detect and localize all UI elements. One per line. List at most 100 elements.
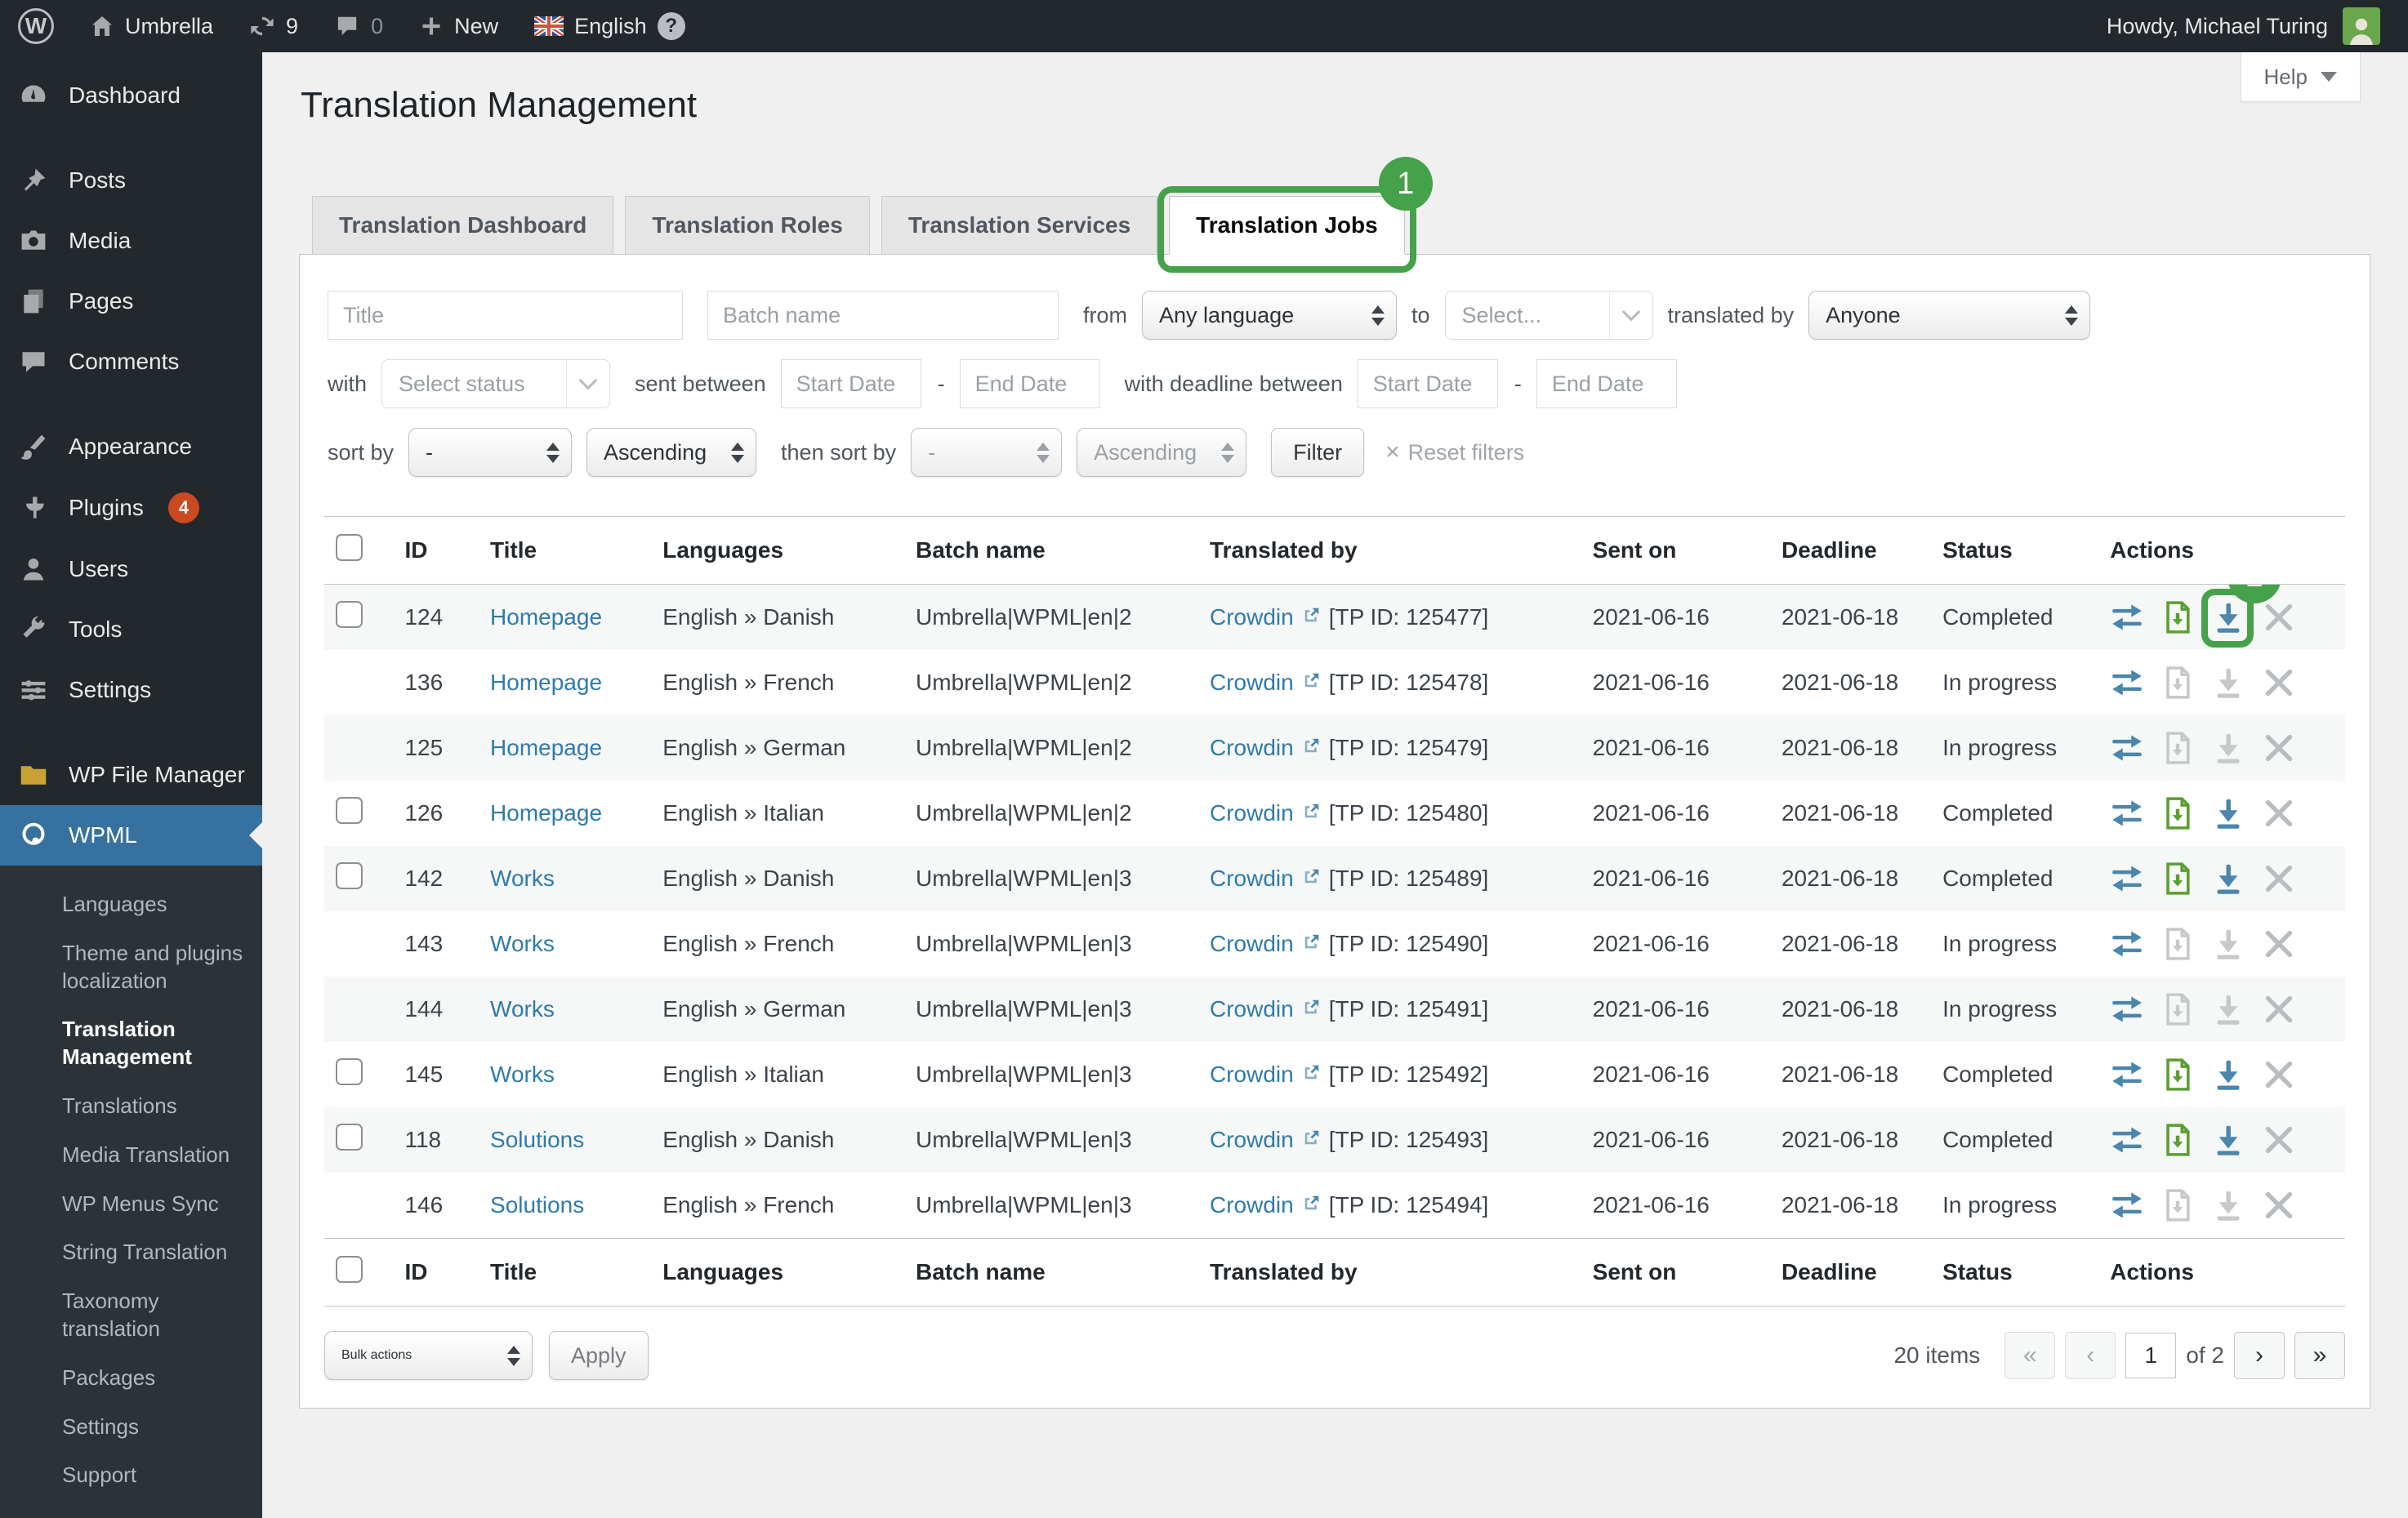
translation-service-link[interactable]: Crowdin: [1210, 670, 1294, 696]
reset-filters-link[interactable]: × Reset filters: [1385, 438, 1524, 466]
to-language-multiselect[interactable]: Select...: [1445, 291, 1653, 340]
cancel-icon[interactable]: [2262, 1123, 2296, 1157]
bulk-actions-select[interactable]: Bulk actions: [324, 1331, 533, 1380]
cancel-icon[interactable]: [2262, 666, 2296, 700]
sent-end-date-input[interactable]: [960, 359, 1100, 408]
translation-service-link[interactable]: Crowdin: [1210, 604, 1294, 630]
cancel-icon[interactable]: [2262, 796, 2296, 830]
sort2-field-select[interactable]: -: [911, 428, 1062, 477]
translation-service-link[interactable]: Crowdin: [1210, 800, 1294, 826]
download-icon[interactable]: [2211, 927, 2245, 961]
first-page-button[interactable]: «: [2004, 1332, 2055, 1379]
submenu-item-taxonomy-translation[interactable]: Taxonomy translation: [0, 1277, 262, 1354]
exchange-icon[interactable]: [2110, 861, 2144, 896]
job-title-link[interactable]: Homepage: [490, 735, 602, 760]
tab-translation-dashboard[interactable]: Translation Dashboard: [312, 196, 613, 255]
cancel-icon[interactable]: [2262, 927, 2296, 961]
translation-service-link[interactable]: Crowdin: [1210, 931, 1294, 957]
exchange-icon[interactable]: [2110, 666, 2144, 700]
apply-button[interactable]: Apply: [549, 1331, 649, 1380]
sent-start-date-input[interactable]: [781, 359, 921, 408]
sidebar-item-comments[interactable]: Comments: [0, 332, 262, 392]
submenu-item-languages[interactable]: Languages: [0, 880, 262, 929]
job-title-link[interactable]: Homepage: [490, 800, 602, 826]
submenu-item-packages[interactable]: Packages: [0, 1354, 262, 1403]
wordpress-logo[interactable]: W: [18, 8, 54, 44]
download-icon[interactable]: [2211, 1123, 2245, 1157]
row-checkbox[interactable]: [336, 1124, 363, 1151]
submenu-item-theme-localization[interactable]: Theme and plugins localization: [0, 929, 262, 1006]
sidebar-item-plugins[interactable]: Plugins 4: [0, 477, 262, 539]
tab-translation-roles[interactable]: Translation Roles: [625, 196, 869, 255]
help-question-icon[interactable]: ?: [658, 12, 685, 40]
job-title-link[interactable]: Solutions: [490, 1192, 584, 1218]
filter-button[interactable]: Filter: [1271, 428, 1364, 477]
job-title-link[interactable]: Works: [490, 996, 555, 1022]
exchange-icon[interactable]: [2110, 1188, 2144, 1222]
row-checkbox[interactable]: [336, 797, 363, 824]
download-icon[interactable]: [2211, 796, 2245, 830]
job-title-link[interactable]: Homepage: [490, 604, 602, 630]
cancel-icon[interactable]: [2262, 731, 2296, 765]
exchange-icon[interactable]: [2110, 796, 2144, 830]
exchange-icon[interactable]: [2110, 927, 2144, 961]
exchange-icon[interactable]: [2110, 1057, 2144, 1092]
submenu-item-translation-management[interactable]: Translation Management: [0, 1005, 262, 1082]
help-tab[interactable]: Help: [2241, 52, 2361, 102]
job-title-link[interactable]: Works: [490, 931, 555, 956]
sidebar-item-wp-file-manager[interactable]: WP File Manager: [0, 745, 262, 805]
new-content-link[interactable]: New: [419, 14, 498, 39]
download-icon[interactable]: [2211, 731, 2245, 765]
cancel-icon[interactable]: [2262, 992, 2296, 1026]
translation-service-link[interactable]: Crowdin: [1210, 735, 1294, 761]
exchange-icon[interactable]: [2110, 600, 2144, 634]
xliff-download-icon[interactable]: [2161, 861, 2195, 896]
sort-order-select[interactable]: Ascending: [586, 428, 756, 477]
site-name-link[interactable]: Umbrella: [90, 14, 213, 39]
sort-field-select[interactable]: -: [408, 428, 572, 477]
deadline-end-date-input[interactable]: [1536, 359, 1677, 408]
next-page-button[interactable]: ›: [2234, 1332, 2285, 1379]
download-icon[interactable]: [2211, 1057, 2245, 1092]
cancel-icon[interactable]: [2262, 1188, 2296, 1222]
download-icon[interactable]: 2: [2211, 600, 2245, 634]
submenu-item-string-translation[interactable]: String Translation: [0, 1228, 262, 1277]
download-icon[interactable]: [2211, 666, 2245, 700]
select-all-checkbox[interactable]: [336, 1256, 363, 1283]
current-page-input[interactable]: [2125, 1333, 2176, 1378]
job-title-link[interactable]: Homepage: [490, 670, 602, 695]
select-all-checkbox[interactable]: [336, 534, 363, 561]
updates-link[interactable]: 9: [249, 13, 298, 39]
xliff-download-icon[interactable]: [2161, 927, 2195, 961]
sidebar-item-media[interactable]: Media: [0, 211, 262, 271]
translation-service-link[interactable]: Crowdin: [1210, 1127, 1294, 1153]
prev-page-button[interactable]: ‹: [2065, 1332, 2116, 1379]
tab-translation-jobs[interactable]: Translation Jobs: [1169, 196, 1405, 255]
xliff-download-icon[interactable]: [2161, 666, 2195, 700]
sidebar-item-appearance[interactable]: Appearance: [0, 416, 262, 477]
sidebar-item-posts[interactable]: Posts: [0, 150, 262, 211]
translation-service-link[interactable]: Crowdin: [1210, 1062, 1294, 1088]
cancel-icon[interactable]: [2262, 600, 2296, 634]
sidebar-item-wpml[interactable]: WPML: [0, 805, 262, 866]
xliff-download-icon[interactable]: [2161, 731, 2195, 765]
xliff-download-icon[interactable]: [2161, 600, 2195, 634]
submenu-item-support[interactable]: Support: [0, 1451, 262, 1500]
xliff-download-icon[interactable]: [2161, 992, 2195, 1026]
account-menu[interactable]: Howdy, Michael Turing: [2107, 7, 2380, 45]
comments-link[interactable]: 0: [334, 13, 383, 39]
tab-translation-services[interactable]: Translation Services: [881, 196, 1157, 255]
download-icon[interactable]: [2211, 1188, 2245, 1222]
submenu-item-settings[interactable]: Settings: [0, 1403, 262, 1452]
xliff-download-icon[interactable]: [2161, 1057, 2195, 1092]
exchange-icon[interactable]: [2110, 731, 2144, 765]
row-checkbox[interactable]: [336, 1058, 363, 1085]
row-checkbox[interactable]: [336, 862, 363, 889]
row-checkbox[interactable]: [336, 601, 363, 628]
sidebar-item-tools[interactable]: Tools: [0, 599, 262, 660]
job-title-link[interactable]: Works: [490, 866, 555, 891]
sidebar-item-settings[interactable]: Settings: [0, 660, 262, 720]
job-title-link[interactable]: Solutions: [490, 1127, 584, 1152]
submenu-item-media-translation[interactable]: Media Translation: [0, 1131, 262, 1180]
translation-service-link[interactable]: Crowdin: [1210, 1192, 1294, 1218]
